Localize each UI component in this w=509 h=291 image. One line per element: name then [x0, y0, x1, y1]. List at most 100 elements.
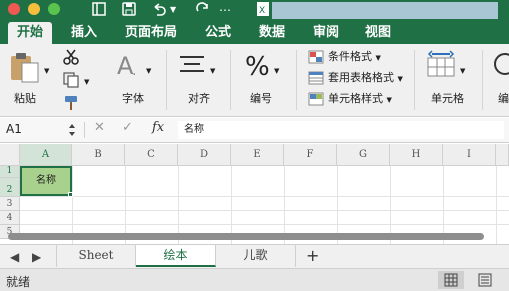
cells-dropdown-icon[interactable]: ▼ [460, 64, 465, 78]
name-box-value: A1 [6, 122, 22, 136]
save-icon[interactable] [120, 1, 138, 19]
horizontal-scrollbar[interactable] [8, 233, 484, 240]
table-format-icon[interactable] [308, 71, 324, 88]
ribbon-divider [414, 50, 415, 110]
copy-icon[interactable] [62, 71, 80, 92]
scissors-icon[interactable] [62, 48, 80, 69]
page-layout-view-button[interactable] [472, 271, 498, 289]
row-header-3[interactable]: 3 [0, 197, 20, 211]
column-header-i[interactable]: I [443, 144, 496, 166]
paste-label: 粘贴 [14, 92, 36, 105]
name-box-stepper-icon[interactable] [68, 123, 76, 137]
grid-view-icon [444, 273, 458, 287]
row-header-4[interactable]: 4 [0, 211, 20, 225]
number-dropdown-icon[interactable]: ▼ [274, 64, 279, 78]
gridline [496, 166, 497, 244]
copy-dropdown-icon[interactable]: ▼ [84, 75, 89, 89]
conditional-format-label: 条件格式 [328, 50, 372, 63]
ribbon-divider [482, 50, 483, 110]
cell-style-dropdown-icon: ▼ [386, 96, 392, 104]
ribbon-divider [230, 50, 231, 110]
gridline [20, 196, 509, 197]
edit-label: 编 [498, 92, 509, 105]
row-header-1[interactable]: 1 [0, 166, 20, 178]
font-icon[interactable]: A. [114, 50, 144, 83]
more-icon[interactable]: ⋯ [218, 1, 232, 19]
confirm-icon[interactable]: ✓ [122, 120, 133, 135]
status-bar: 就绪 [0, 268, 509, 291]
find-icon[interactable] [492, 52, 509, 81]
row-header-2[interactable]: 2 [0, 178, 20, 197]
title-bar: ▼ ⋯ X [0, 0, 509, 22]
ribbon-divider [296, 50, 297, 110]
formula-bar: A1 ✕ ✓ fx 名称 [0, 118, 509, 143]
column-header-e[interactable]: E [231, 144, 284, 166]
undo-dropdown-icon[interactable]: ▼ [170, 2, 176, 18]
fill-handle[interactable] [68, 192, 73, 197]
minimize-window-button[interactable] [28, 3, 40, 15]
zoom-window-button[interactable] [48, 3, 60, 15]
normal-view-button[interactable] [438, 271, 464, 289]
add-sheet-button[interactable]: + [306, 246, 319, 266]
column-header-h[interactable]: H [390, 144, 443, 166]
conditional-format-icon[interactable] [308, 50, 324, 67]
column-header-a[interactable]: A [20, 144, 72, 166]
prev-sheet-icon[interactable]: ◀ [10, 250, 19, 264]
tab-view[interactable]: 视图 [358, 22, 398, 44]
select-all-corner[interactable] [0, 144, 20, 166]
conditional-format-button[interactable]: 条件格式 ▼ [328, 50, 381, 65]
tab-formulas[interactable]: 公式 [198, 22, 238, 44]
name-box[interactable]: A1 [4, 121, 78, 139]
gridline [20, 210, 509, 211]
table-format-label: 套用表格格式 [328, 71, 394, 84]
redo-icon[interactable] [194, 1, 212, 19]
ribbon-tab-bar: 开始 插入 页面布局 公式 数据 审阅 视图 [0, 22, 509, 44]
column-header-c[interactable]: C [125, 144, 178, 166]
column-header-d[interactable]: D [178, 144, 231, 166]
column-header-b[interactable]: B [72, 144, 125, 166]
sheet-tab-picture-books[interactable]: 绘本 [136, 245, 216, 267]
ribbon-divider [166, 50, 167, 110]
column-header-f[interactable]: F [284, 144, 337, 166]
gridline [20, 224, 509, 225]
fx-icon[interactable]: fx [152, 120, 164, 135]
column-header-j[interactable] [496, 144, 509, 166]
number-label: 编号 [250, 92, 272, 105]
svg-text:X: X [259, 6, 265, 16]
conditional-format-dropdown-icon: ▼ [375, 54, 381, 62]
cancel-icon[interactable]: ✕ [94, 120, 105, 135]
svg-text:%: % [245, 52, 270, 80]
worksheet-grid[interactable]: A B C D E F G H I 1 2 3 4 5 名称 [0, 144, 509, 244]
align-dropdown-icon[interactable]: ▼ [210, 64, 215, 78]
tab-review[interactable]: 审阅 [306, 22, 346, 44]
sheet-tab-bar: ◀ ▶ Sheet 绘本 儿歌 + [0, 244, 509, 268]
cells-icon[interactable] [426, 50, 456, 83]
tab-insert[interactable]: 插入 [64, 22, 104, 44]
sheet-tab-sheet[interactable]: Sheet [56, 245, 136, 267]
font-dropdown-icon[interactable]: ▼ [146, 64, 151, 78]
next-sheet-icon[interactable]: ▶ [32, 250, 41, 264]
svg-text:.: . [132, 63, 136, 79]
cell-style-icon[interactable] [308, 92, 324, 109]
tab-page-layout[interactable]: 页面布局 [118, 22, 184, 44]
tab-home[interactable]: 开始 [8, 22, 52, 44]
tab-data[interactable]: 数据 [252, 22, 292, 44]
paste-dropdown-icon[interactable]: ▼ [44, 64, 49, 78]
close-window-button[interactable] [8, 3, 20, 15]
paste-icon[interactable] [8, 50, 42, 87]
sidebar-icon[interactable] [90, 1, 108, 19]
cell-style-label: 单元格样式 [328, 92, 383, 105]
formula-input[interactable]: 名称 [178, 121, 504, 139]
percent-icon[interactable]: % [244, 50, 272, 83]
selected-cell-a1[interactable]: 名称 [20, 166, 72, 196]
cells-label: 单元格 [431, 92, 464, 105]
undo-icon[interactable] [150, 1, 168, 19]
ribbon-home: ▼ 粘贴 ▼ A. ▼ 字体 ▼ 对齐 % ▼ 编号 条件格式 ▼ 套用表格格式… [0, 44, 509, 117]
cell-style-button[interactable]: 单元格样式 ▼ [328, 92, 392, 107]
sheet-tab-nursery-rhymes[interactable]: 儿歌 [216, 245, 296, 267]
status-text: 就绪 [6, 275, 31, 289]
align-icon[interactable] [178, 54, 206, 79]
column-header-g[interactable]: G [337, 144, 390, 166]
table-format-button[interactable]: 套用表格格式 ▼ [328, 71, 403, 86]
format-painter-icon[interactable] [62, 94, 80, 115]
